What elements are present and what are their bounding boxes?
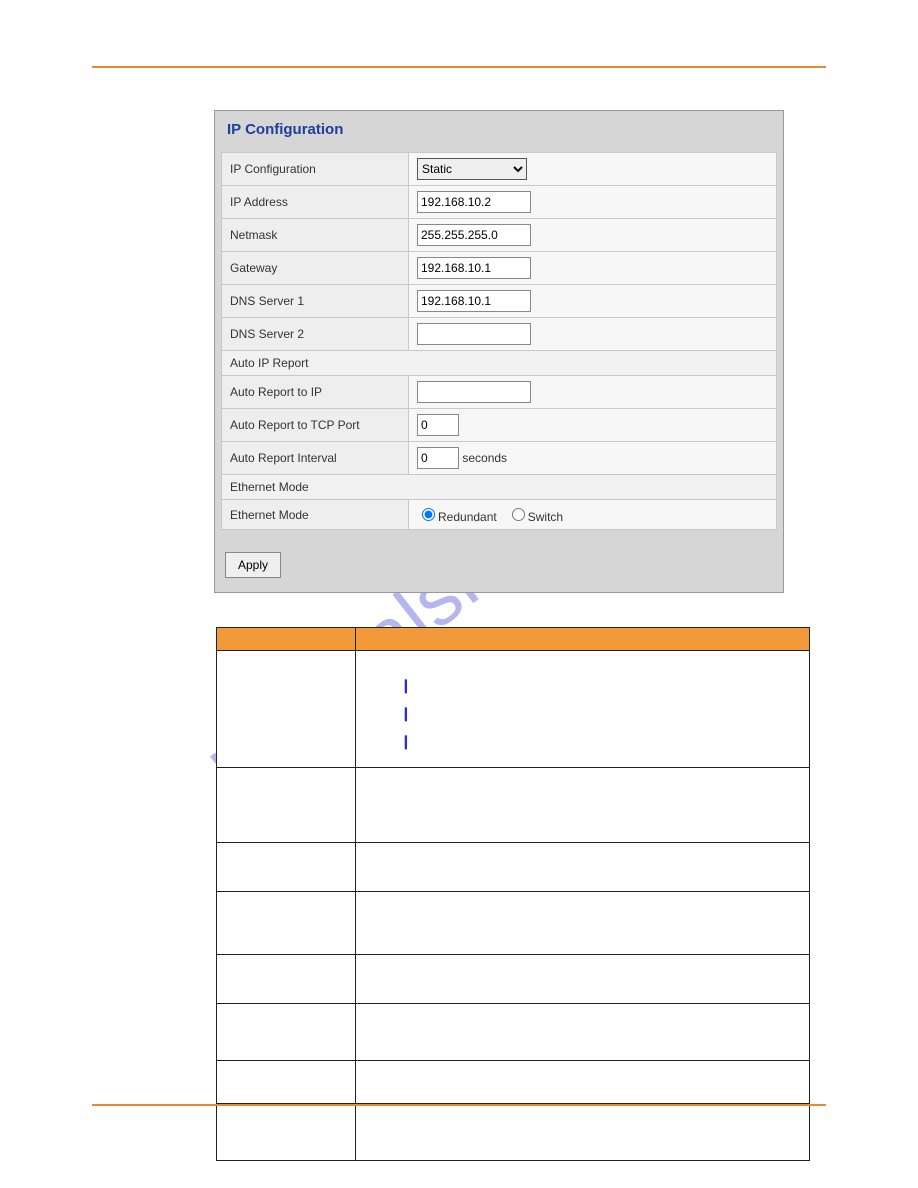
auto-report-interval-input[interactable] (417, 447, 459, 469)
desc-cell (217, 955, 356, 1004)
radio-redundant[interactable] (422, 508, 435, 521)
label-ip-configuration: IP Configuration (222, 153, 409, 186)
ethernet-mode-switch[interactable]: Switch (507, 510, 563, 524)
label-auto-report-ip: Auto Report to IP (222, 376, 409, 409)
radio-switch-label: Switch (528, 510, 563, 524)
desc-cell (217, 892, 356, 955)
desc-cell (356, 892, 810, 955)
panel-title: IP Configuration (221, 117, 777, 152)
label-auto-report-interval: Auto Report Interval (222, 442, 409, 475)
desc-cell (217, 651, 356, 768)
desc-header-left (217, 628, 356, 651)
desc-cell (356, 1061, 810, 1104)
desc-cell (217, 1104, 356, 1161)
desc-header-right (356, 628, 810, 651)
auto-report-ip-input[interactable] (417, 381, 531, 403)
label-ip-address: IP Address (222, 186, 409, 219)
auto-report-port-input[interactable] (417, 414, 459, 436)
desc-cell (356, 1104, 810, 1161)
desc-cell (217, 843, 356, 892)
label-auto-report-port: Auto Report to TCP Port (222, 409, 409, 442)
desc-cell (356, 843, 810, 892)
bullet-icon: ❙ (400, 708, 409, 720)
ip-configuration-select[interactable]: Static (417, 158, 527, 180)
dns2-input[interactable] (417, 323, 531, 345)
desc-cell (217, 1061, 356, 1104)
radio-switch[interactable] (512, 508, 525, 521)
bullet-icon: ❙ (400, 736, 409, 748)
desc-cell (217, 768, 356, 843)
label-gateway: Gateway (222, 252, 409, 285)
label-dns1: DNS Server 1 (222, 285, 409, 318)
ethernet-mode-redundant[interactable]: Redundant (417, 510, 497, 524)
desc-cell (356, 651, 810, 768)
label-netmask: Netmask (222, 219, 409, 252)
section-ethernet-mode: Ethernet Mode (222, 475, 777, 500)
desc-cell (356, 955, 810, 1004)
desc-cell (356, 1004, 810, 1061)
bullet-icon: ❙ (400, 680, 409, 692)
apply-button[interactable]: Apply (225, 552, 281, 578)
section-auto-ip-report: Auto IP Report (222, 351, 777, 376)
gateway-input[interactable] (417, 257, 531, 279)
label-ethernet-mode: Ethernet Mode (222, 500, 409, 530)
ip-configuration-panel: IP Configuration IP Configuration Static… (214, 110, 784, 593)
divider-top (92, 66, 826, 68)
netmask-input[interactable] (417, 224, 531, 246)
label-dns2: DNS Server 2 (222, 318, 409, 351)
config-table: IP Configuration Static IP Address Netma… (221, 152, 777, 530)
desc-cell (356, 768, 810, 843)
unit-seconds: seconds (462, 451, 507, 465)
ip-address-input[interactable] (417, 191, 531, 213)
description-table (216, 627, 810, 1161)
dns1-input[interactable] (417, 290, 531, 312)
divider-bottom (92, 1104, 826, 1106)
desc-cell (217, 1004, 356, 1061)
radio-redundant-label: Redundant (438, 510, 497, 524)
